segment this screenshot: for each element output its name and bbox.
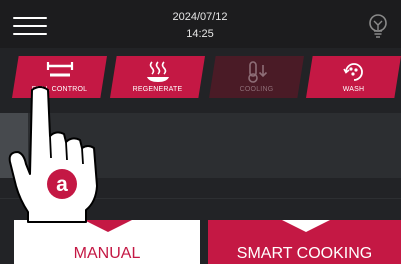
tab-wash[interactable]: WASH — [306, 56, 401, 98]
date-time-display: 2024/07/12 14:25 — [150, 9, 250, 43]
thermometer-down-icon — [247, 61, 267, 83]
annotation-badge-letter: a — [56, 173, 68, 196]
date-text: 2024/07/12 — [172, 11, 228, 23]
tab-label: REGENERATE — [132, 86, 183, 93]
time-text: 14:25 — [186, 28, 214, 40]
smart-cooking-label: SMART COOKING — [236, 245, 373, 262]
pointing-hand-icon: a — [8, 86, 98, 223]
manual-label: MANUAL — [73, 245, 141, 262]
top-bar: 2024/07/12 14:25 — [0, 0, 401, 48]
wash-cycle-icon — [342, 63, 363, 81]
oven-control-screen: 2024/07/12 14:25 FULL CONTROL REGENERATE — [0, 0, 401, 264]
tab-label: COOLING — [239, 86, 274, 93]
tab-label: WASH — [342, 86, 365, 93]
smart-cooking-button[interactable]: SMART COOKING — [208, 220, 401, 264]
steam-plate-icon — [146, 61, 169, 82]
lightbulb-icon[interactable] — [367, 13, 389, 41]
tab-cooling[interactable]: COOLING — [209, 56, 304, 98]
smart-notch — [282, 220, 330, 232]
hamburger-menu-icon[interactable] — [13, 16, 47, 38]
tab-regenerate[interactable]: REGENERATE — [110, 56, 205, 98]
